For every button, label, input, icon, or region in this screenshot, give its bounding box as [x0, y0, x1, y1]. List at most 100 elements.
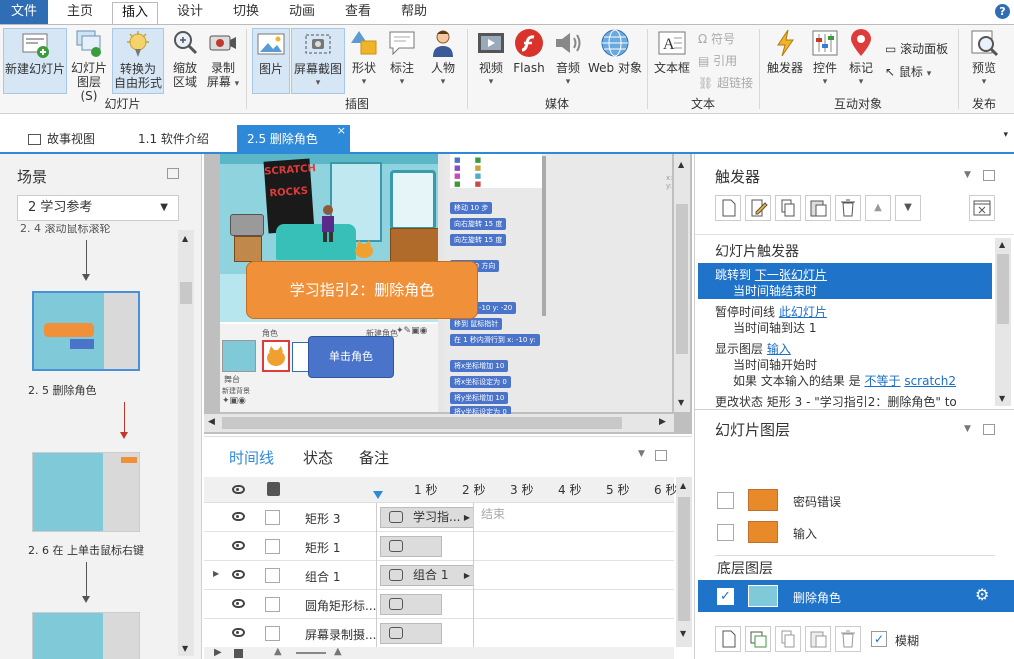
manage-variables-icon[interactable]: [969, 195, 995, 221]
eye-icon[interactable]: [232, 485, 245, 494]
panel-restore-icon[interactable]: [983, 424, 995, 435]
timeline-row[interactable]: ▶ 组合 1 组合 1 ▶: [204, 561, 674, 590]
flash-button[interactable]: Flash: [511, 28, 547, 94]
reference-button[interactable]: ▤ 引用: [698, 51, 737, 71]
timeline-row-name[interactable]: 圆角矩形标...: [305, 597, 376, 614]
new-layer-icon[interactable]: [715, 626, 741, 652]
duplicate-layer-icon[interactable]: [745, 626, 771, 652]
delete-icon[interactable]: [835, 626, 861, 652]
stage-horizontal-scrollbar[interactable]: ◀ ▶: [204, 414, 674, 432]
layer-name-input[interactable]: 输入: [793, 525, 817, 542]
timeline-object-bar[interactable]: [380, 623, 442, 644]
scroll-panel-button[interactable]: ▭ 滚动面板: [885, 39, 948, 59]
tab-slide-1-1[interactable]: 1.1 软件介绍: [128, 125, 219, 153]
scroll-up-icon[interactable]: ▲: [182, 234, 188, 243]
tab-timeline[interactable]: 时间线: [229, 447, 274, 468]
audio-button[interactable]: 音频 ▾: [550, 28, 586, 94]
zoom-slider[interactable]: [296, 652, 326, 654]
play-icon[interactable]: ▶: [214, 647, 222, 658]
menu-home[interactable]: 主页: [58, 2, 102, 24]
click-sprite-tip[interactable]: 单击角色: [308, 336, 394, 378]
preview-button[interactable]: 预览 ▾: [962, 28, 1006, 94]
menu-view[interactable]: 查看: [336, 2, 380, 24]
mouse-button[interactable]: ↖ 鼠标 ▾: [885, 62, 931, 82]
eye-icon[interactable]: [232, 628, 245, 637]
timeline-object-bar[interactable]: 组合 1 ▶: [380, 565, 474, 586]
trigger-button[interactable]: 触发器: [764, 28, 806, 94]
copy-icon[interactable]: [775, 195, 801, 221]
scroll-left-icon[interactable]: ◀: [208, 417, 215, 427]
chevron-down-icon[interactable]: ▼: [964, 424, 971, 434]
timeline-row[interactable]: 矩形 3 学习指... ▶: [204, 503, 674, 532]
scroll-up-icon[interactable]: ▲: [999, 240, 1005, 249]
trigger-3-cond-op[interactable]: 不等于: [864, 374, 900, 388]
code-block[interactable]: 将x坐标设定为 0: [450, 376, 511, 388]
marker-button[interactable]: 标记 ▾: [844, 28, 878, 94]
timeline-row-name[interactable]: 组合 1: [305, 568, 340, 585]
triggers-scrollbar[interactable]: ▲ ▼: [995, 238, 1011, 406]
code-block[interactable]: 在 1 秒内滑行到 x: -10 y:: [450, 334, 540, 346]
trigger-2-target[interactable]: 此幻灯片: [779, 305, 827, 319]
scroll-right-icon[interactable]: ▶: [659, 417, 666, 427]
menu-animations[interactable]: 动画: [280, 2, 324, 24]
lock-checkbox[interactable]: [265, 597, 280, 612]
trigger-3-target[interactable]: 输入: [767, 342, 791, 356]
expand-icon[interactable]: ▶: [213, 569, 219, 578]
timeline-object-bar[interactable]: [380, 536, 442, 557]
new-slide-button[interactable]: 新建幻灯片: [3, 28, 67, 94]
timeline-row[interactable]: 矩形 1: [204, 532, 674, 561]
scene-thumbnail-2-6[interactable]: [32, 452, 140, 532]
scroll-up-icon[interactable]: ▲: [680, 481, 686, 490]
lock-checkbox[interactable]: [265, 626, 280, 641]
menu-file[interactable]: 文件: [0, 0, 48, 24]
tab-states[interactable]: 状态: [303, 447, 333, 468]
video-button[interactable]: 视频 ▾: [472, 28, 510, 94]
scenes-scrollbar[interactable]: ▲ ▼: [178, 230, 194, 656]
scenes-scroll-thumb[interactable]: [180, 282, 192, 304]
tab-story-view[interactable]: 故事视图: [18, 125, 105, 153]
timeline-row-name[interactable]: 矩形 1: [305, 539, 340, 556]
menu-help[interactable]: 帮助: [392, 2, 436, 24]
menu-insert[interactable]: 插入: [112, 2, 158, 24]
scroll-down-icon[interactable]: ▼: [678, 398, 684, 407]
scroll-down-icon[interactable]: ▼: [182, 644, 188, 653]
timeline-row[interactable]: 圆角矩形标...: [204, 590, 674, 619]
base-layer-row[interactable]: [698, 580, 1014, 612]
eye-icon[interactable]: [232, 599, 245, 608]
timeline-scroll-thumb[interactable]: [678, 497, 690, 621]
stage-vertical-scrollbar[interactable]: ▲ ▼: [674, 154, 690, 412]
delete-icon[interactable]: [835, 195, 861, 221]
panel-restore-icon[interactable]: [167, 168, 179, 179]
panel-restore-icon[interactable]: [983, 170, 995, 181]
zoom-out-icon[interactable]: ▲: [274, 646, 282, 657]
base-layer-name[interactable]: 删除角色: [793, 589, 841, 606]
scene-thumbnail-next[interactable]: [32, 612, 140, 659]
symbol-button[interactable]: Ω 符号: [698, 29, 735, 49]
edit-trigger-icon[interactable]: [745, 195, 771, 221]
tab-overflow-chevron-icon[interactable]: ▾: [1003, 130, 1008, 140]
code-block[interactable]: 向右旋转 15 度: [450, 218, 507, 230]
trigger-1-target[interactable]: 下一张幻灯片: [755, 268, 827, 282]
trigger-3-cond-val[interactable]: scratch2: [904, 374, 956, 388]
stage-hscroll-thumb[interactable]: [222, 417, 622, 429]
timeline-scrollbar[interactable]: ▲ ▼: [676, 477, 692, 647]
hyperlink-button[interactable]: ⛓ 超链接: [698, 73, 753, 93]
trigger-2-line[interactable]: 暂停时间线 此幻灯片: [715, 303, 827, 320]
eye-icon[interactable]: [232, 570, 245, 579]
code-block[interactable]: 将y坐标增加 10: [450, 392, 509, 404]
lock-checkbox[interactable]: [265, 568, 280, 583]
gear-icon[interactable]: ⚙: [975, 585, 989, 604]
zoom-in-icon[interactable]: ▲: [334, 646, 342, 657]
character-button[interactable]: 人物 ▾: [424, 28, 462, 94]
chevron-down-icon[interactable]: ▼: [638, 449, 645, 459]
help-icon[interactable]: ?: [995, 4, 1010, 19]
layer-name-password-error[interactable]: 密码错误: [793, 493, 841, 510]
layer-visibility-checkbox[interactable]: [717, 492, 734, 509]
panel-restore-icon[interactable]: [655, 450, 667, 461]
slide-layers-button[interactable]: 幻灯片 图层(S): [69, 28, 109, 103]
lock-icon[interactable]: [267, 482, 280, 496]
trigger-1-line[interactable]: 跳转到 下一张幻灯片: [715, 266, 827, 283]
eye-icon[interactable]: [232, 512, 245, 521]
tab-slide-2-5[interactable]: 2.5 删除角色 ×: [237, 124, 350, 153]
control-button[interactable]: 控件 ▾: [808, 28, 842, 94]
